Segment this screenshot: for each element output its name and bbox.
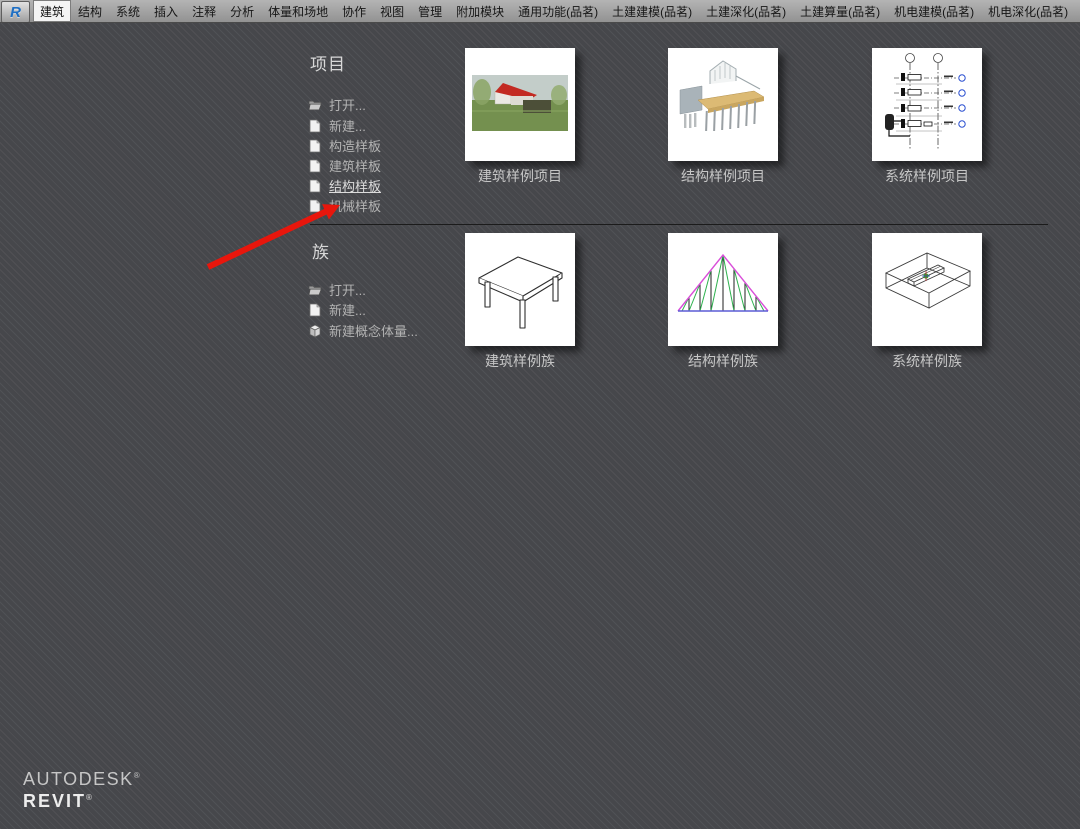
link-open-family[interactable]: 打开... [308, 281, 366, 298]
folder-open-icon [308, 283, 322, 297]
menu-tab-annotate[interactable]: 注释 [185, 0, 223, 22]
menu-tab-architecture[interactable]: 建筑 [33, 0, 71, 22]
architecture-project-card[interactable] [465, 48, 575, 161]
link-label: 构造样板 [329, 136, 381, 155]
link-new-project[interactable]: 新建... [308, 117, 366, 134]
systems-project-thumbnail [872, 48, 982, 161]
menu-tab-civil-modeling-pm[interactable]: 土建建模(品茗) [605, 0, 699, 22]
link-label: 新建... [329, 300, 366, 319]
link-label: 新建概念体量... [329, 321, 418, 340]
menu-tab-systems[interactable]: 系统 [109, 0, 147, 22]
mass-cube-icon [308, 324, 322, 338]
structure-project-thumbnail [668, 48, 778, 161]
menu-tab-manage[interactable]: 管理 [411, 0, 449, 22]
architecture-family-thumbnail [465, 233, 575, 346]
families-section-title: 族 [312, 238, 330, 263]
link-label: 建筑样板 [329, 156, 381, 175]
menu-tab-addins[interactable]: 附加模块 [449, 0, 511, 22]
section-divider [310, 224, 1048, 225]
structure-family-thumbnail [668, 233, 778, 346]
architecture-family-card-label[interactable]: 建筑样例族 [445, 351, 595, 371]
structure-family-card-label[interactable]: 结构样例族 [648, 351, 798, 371]
document-icon [308, 303, 322, 317]
menu-tab-general-pm[interactable]: 通用功能(品茗) [511, 0, 605, 22]
architecture-project-card-label[interactable]: 建筑样例项目 [445, 166, 595, 186]
link-architectural-template[interactable]: 建筑样板 [308, 157, 381, 174]
architecture-family-card[interactable] [465, 233, 575, 346]
structure-project-card-label[interactable]: 结构样例项目 [648, 166, 798, 186]
link-structural-template[interactable]: 结构样板 [308, 177, 381, 194]
link-label: 打开... [329, 280, 366, 299]
menu-tab-civil-quantity-pm[interactable]: 土建算量(品茗) [793, 0, 887, 22]
menu-tab-structure[interactable]: 结构 [71, 0, 109, 22]
menu-tab-analyze[interactable]: 分析 [223, 0, 261, 22]
menu-tab-massing-site[interactable]: 体量和场地 [261, 0, 335, 22]
link-label: 新建... [329, 116, 366, 135]
architecture-project-thumbnail [465, 48, 575, 161]
document-icon [308, 199, 322, 213]
systems-project-card-label[interactable]: 系统样例项目 [852, 166, 1002, 186]
document-icon [308, 119, 322, 133]
menu-tab-view[interactable]: 视图 [373, 0, 411, 22]
folder-open-icon [308, 98, 322, 112]
link-open-project[interactable]: 打开... [308, 96, 366, 113]
revit-logo-icon: R [10, 5, 21, 20]
menu-tab-mep-modeling-pm[interactable]: 机电建模(品茗) [887, 0, 981, 22]
registered-mark: ® [134, 771, 141, 780]
ribbon-menu-bar: R 建筑 结构 系统 插入 注释 分析 体量和场地 协作 视图 管理 附加模块 … [0, 0, 1080, 23]
link-label: 打开... [329, 95, 366, 114]
systems-project-card[interactable] [872, 48, 982, 161]
menu-tab-collaborate[interactable]: 协作 [335, 0, 373, 22]
structure-family-card[interactable] [668, 233, 778, 346]
link-construction-template[interactable]: 构造样板 [308, 137, 381, 154]
link-new-family[interactable]: 新建... [308, 301, 366, 318]
autodesk-revit-logo: AUTODESK® REVIT® [23, 769, 141, 812]
brand-line1: AUTODESK [23, 769, 134, 789]
link-label: 机械样板 [329, 196, 381, 215]
projects-section-title: 项目 [310, 50, 346, 75]
document-icon [308, 159, 322, 173]
app-button[interactable]: R [1, 1, 30, 23]
link-new-conceptual-mass[interactable]: 新建概念体量... [308, 322, 418, 339]
link-label: 结构样板 [329, 176, 381, 195]
registered-mark: ® [86, 793, 94, 802]
document-icon [308, 179, 322, 193]
structure-project-card[interactable] [668, 48, 778, 161]
link-mechanical-template[interactable]: 机械样板 [308, 197, 381, 214]
systems-family-card[interactable] [872, 233, 982, 346]
menu-tab-install-quantity-pm[interactable]: 安装算量(品茗) [1075, 0, 1080, 22]
systems-family-thumbnail [872, 233, 982, 346]
document-icon [308, 139, 322, 153]
brand-line2: REVIT [23, 791, 86, 811]
menu-tab-civil-detailing-pm[interactable]: 土建深化(品茗) [699, 0, 793, 22]
menu-tab-insert[interactable]: 插入 [147, 0, 185, 22]
systems-family-card-label[interactable]: 系统样例族 [852, 351, 1002, 371]
menu-tab-mep-detailing-pm[interactable]: 机电深化(品茗) [981, 0, 1075, 22]
